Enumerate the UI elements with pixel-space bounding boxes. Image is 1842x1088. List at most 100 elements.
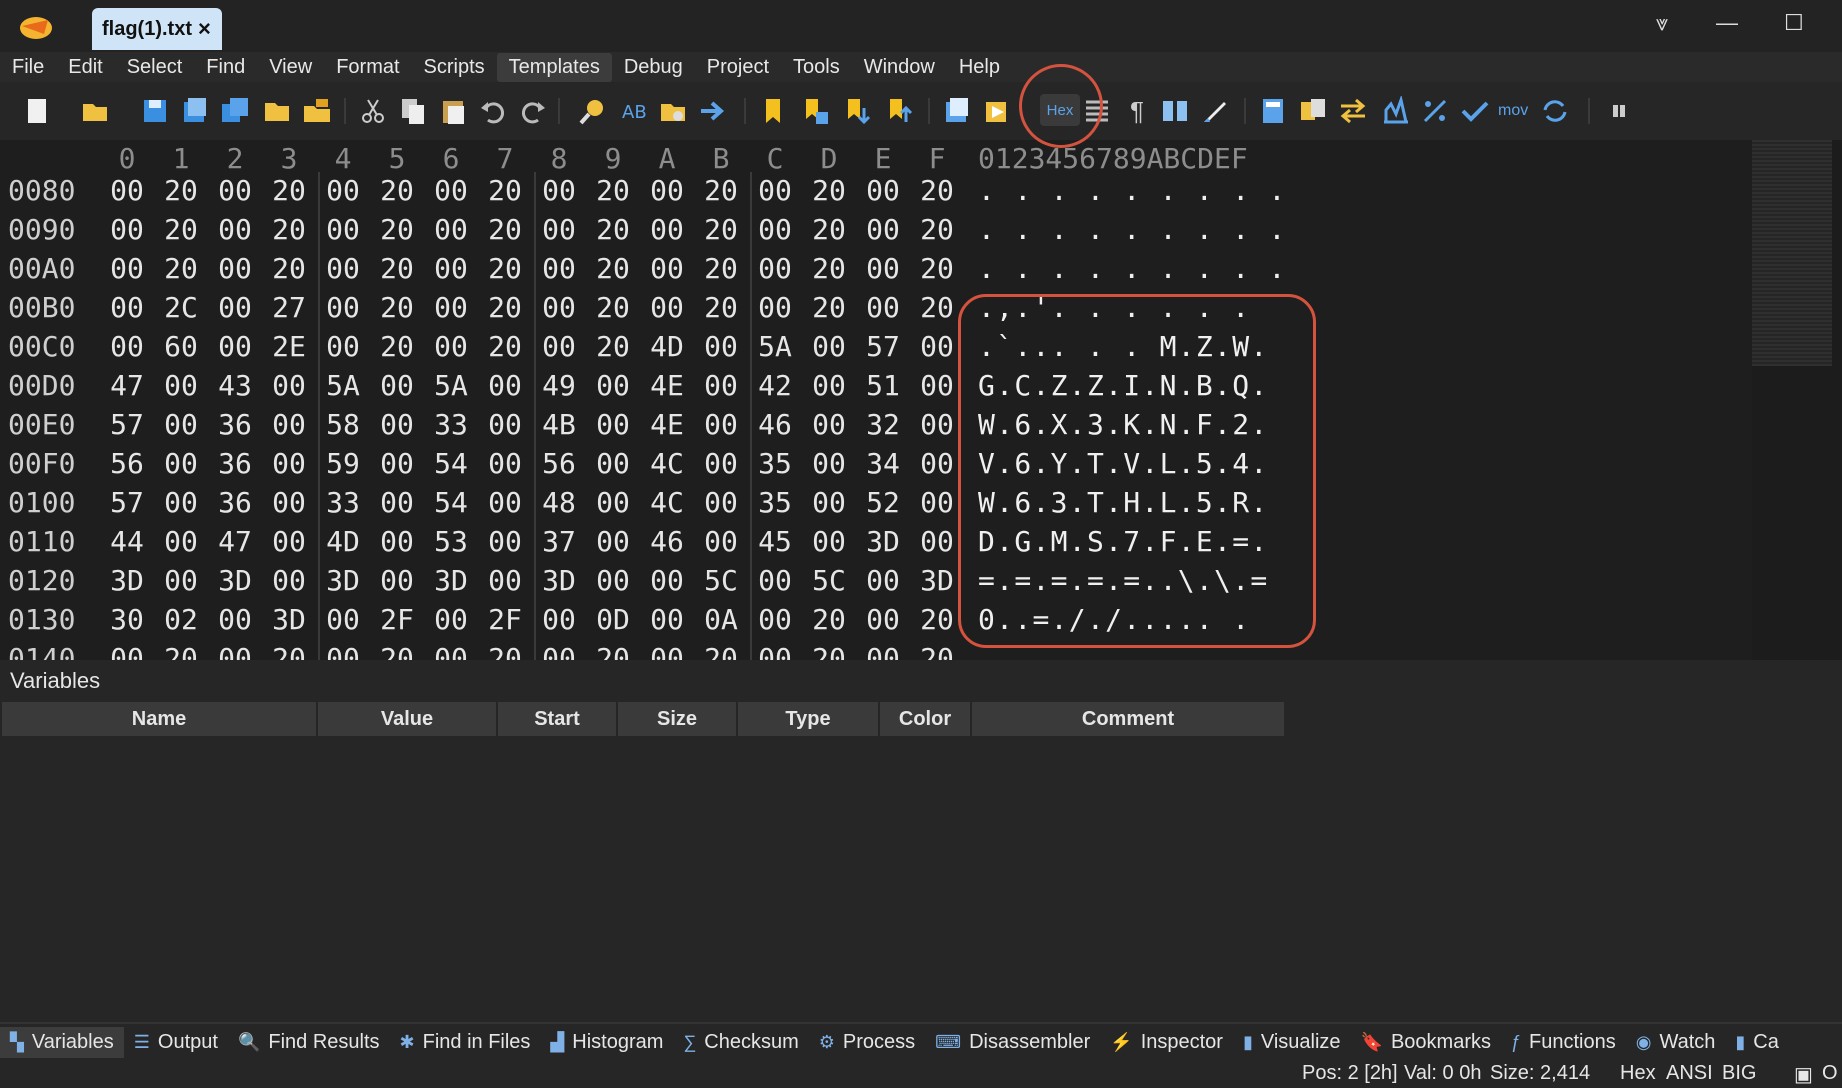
menu-debug[interactable]: Debug (612, 53, 695, 82)
hex-byte[interactable]: 00 (694, 408, 748, 441)
hex-byte[interactable]: 20 (802, 252, 856, 285)
hex-byte[interactable]: 2F (478, 603, 532, 636)
hex-byte[interactable]: 42 (748, 369, 802, 402)
hex-byte[interactable]: 20 (370, 252, 424, 285)
hex-byte[interactable]: 00 (208, 213, 262, 246)
hex-byte[interactable]: 00 (694, 447, 748, 480)
hex-byte[interactable]: 00 (262, 369, 316, 402)
hex-byte[interactable]: 00 (478, 447, 532, 480)
hex-editor[interactable]: 0 1 2 3 4 5 6 7 8 9 A B C D E F 01234567… (0, 140, 1752, 660)
minimap[interactable] (1752, 140, 1842, 660)
menu-project[interactable]: Project (695, 53, 781, 82)
hex-byte[interactable]: 20 (370, 642, 424, 660)
hex-byte[interactable]: 00 (424, 642, 478, 660)
hex-byte[interactable]: 20 (262, 642, 316, 660)
mov-button[interactable]: mov (1498, 96, 1534, 126)
column-mode-icon[interactable] (1160, 96, 1190, 126)
bottom-tab-process[interactable]: ⚙ Process (809, 1027, 925, 1058)
hex-byte[interactable]: 47 (208, 525, 262, 558)
hex-byte[interactable]: 00 (532, 252, 586, 285)
hex-byte[interactable]: 00 (856, 252, 910, 285)
hex-byte[interactable]: 56 (532, 447, 586, 480)
hex-byte[interactable]: 00 (640, 213, 694, 246)
hex-byte[interactable]: 3D (208, 564, 262, 597)
hex-byte[interactable]: 37 (532, 525, 586, 558)
cut-icon[interactable] (358, 96, 388, 126)
redo-icon[interactable] (518, 96, 548, 126)
hex-byte[interactable]: 52 (856, 486, 910, 519)
hex-byte[interactable]: 00 (856, 291, 910, 324)
hex-byte[interactable]: 00 (208, 603, 262, 636)
histogram-tool-icon[interactable] (1380, 96, 1410, 126)
status-overwrite[interactable]: O (1822, 1062, 1838, 1085)
hex-byte[interactable]: 00 (316, 603, 370, 636)
hex-byte[interactable]: 00 (532, 642, 586, 660)
hex-byte[interactable]: 00 (586, 525, 640, 558)
hex-byte[interactable]: 00 (748, 603, 802, 636)
bottom-tab-find-results[interactable]: 🔍 Find Results (228, 1027, 390, 1058)
hex-byte[interactable]: 47 (100, 369, 154, 402)
save-all-icon[interactable] (220, 96, 250, 126)
hex-byte[interactable]: 20 (370, 213, 424, 246)
show-whitespace-button[interactable]: ¶ (1122, 96, 1152, 126)
hex-byte[interactable]: 00 (262, 447, 316, 480)
hex-byte[interactable]: 00 (640, 291, 694, 324)
minimize-button[interactable]: — (1716, 10, 1738, 36)
hex-byte[interactable]: 57 (100, 486, 154, 519)
hex-byte[interactable]: 59 (316, 447, 370, 480)
hex-byte[interactable]: 57 (856, 330, 910, 363)
hex-byte[interactable]: 20 (478, 330, 532, 363)
hex-byte[interactable]: 00 (748, 213, 802, 246)
hex-byte[interactable]: 57 (100, 408, 154, 441)
hex-byte[interactable]: 00 (370, 486, 424, 519)
hex-byte[interactable]: 00 (802, 330, 856, 363)
hex-byte[interactable]: 00 (316, 174, 370, 207)
hex-byte[interactable]: 00 (586, 408, 640, 441)
hex-byte[interactable]: 00 (910, 486, 964, 519)
hex-byte[interactable]: 00 (316, 213, 370, 246)
bottom-tab-watch[interactable]: ◉ Watch (1626, 1027, 1726, 1058)
compare-icon[interactable] (1298, 96, 1328, 126)
hex-byte[interactable]: 00 (100, 330, 154, 363)
col-name[interactable]: Name (2, 702, 316, 736)
maximize-button[interactable]: ☐ (1784, 10, 1804, 36)
hex-byte[interactable]: 00 (586, 447, 640, 480)
find-icon[interactable] (578, 96, 608, 126)
hex-byte[interactable]: 2C (154, 291, 208, 324)
hex-byte[interactable]: 46 (748, 408, 802, 441)
hex-byte[interactable]: 20 (910, 174, 964, 207)
col-size[interactable]: Size (618, 702, 736, 736)
hex-byte[interactable]: 36 (208, 408, 262, 441)
hex-byte[interactable]: 4D (316, 525, 370, 558)
hex-byte[interactable]: 00 (802, 369, 856, 402)
hex-byte[interactable]: 00 (424, 291, 478, 324)
open-folder-icon[interactable] (262, 96, 292, 126)
hex-byte[interactable]: 00 (640, 642, 694, 660)
hex-byte[interactable]: 48 (532, 486, 586, 519)
menu-edit[interactable]: Edit (56, 53, 114, 82)
hex-byte[interactable]: 00 (532, 291, 586, 324)
hex-byte[interactable]: 00 (640, 603, 694, 636)
hex-byte[interactable]: 00 (370, 564, 424, 597)
hex-byte[interactable]: 20 (802, 291, 856, 324)
hex-byte[interactable]: 00 (262, 486, 316, 519)
hex-byte[interactable]: 3D (316, 564, 370, 597)
menu-select[interactable]: Select (115, 53, 195, 82)
hex-byte[interactable]: 49 (532, 369, 586, 402)
hex-byte[interactable]: 00 (316, 330, 370, 363)
hex-byte[interactable]: 00 (694, 525, 748, 558)
hex-byte[interactable]: 20 (262, 213, 316, 246)
hex-byte[interactable]: 00 (370, 447, 424, 480)
hex-byte[interactable]: 00 (262, 525, 316, 558)
hex-byte[interactable]: 00 (100, 291, 154, 324)
hex-byte[interactable]: 00 (802, 408, 856, 441)
hex-byte[interactable]: 00 (748, 252, 802, 285)
hex-byte[interactable]: 00 (532, 603, 586, 636)
hex-byte[interactable]: 00 (586, 564, 640, 597)
tab-list-icon[interactable]: ⩔ (1656, 10, 1668, 36)
hex-byte[interactable]: 20 (154, 642, 208, 660)
hex-byte[interactable]: 02 (154, 603, 208, 636)
copy-icon[interactable] (398, 96, 428, 126)
menu-templates[interactable]: Templates (496, 52, 612, 82)
hex-byte[interactable]: 00 (208, 252, 262, 285)
